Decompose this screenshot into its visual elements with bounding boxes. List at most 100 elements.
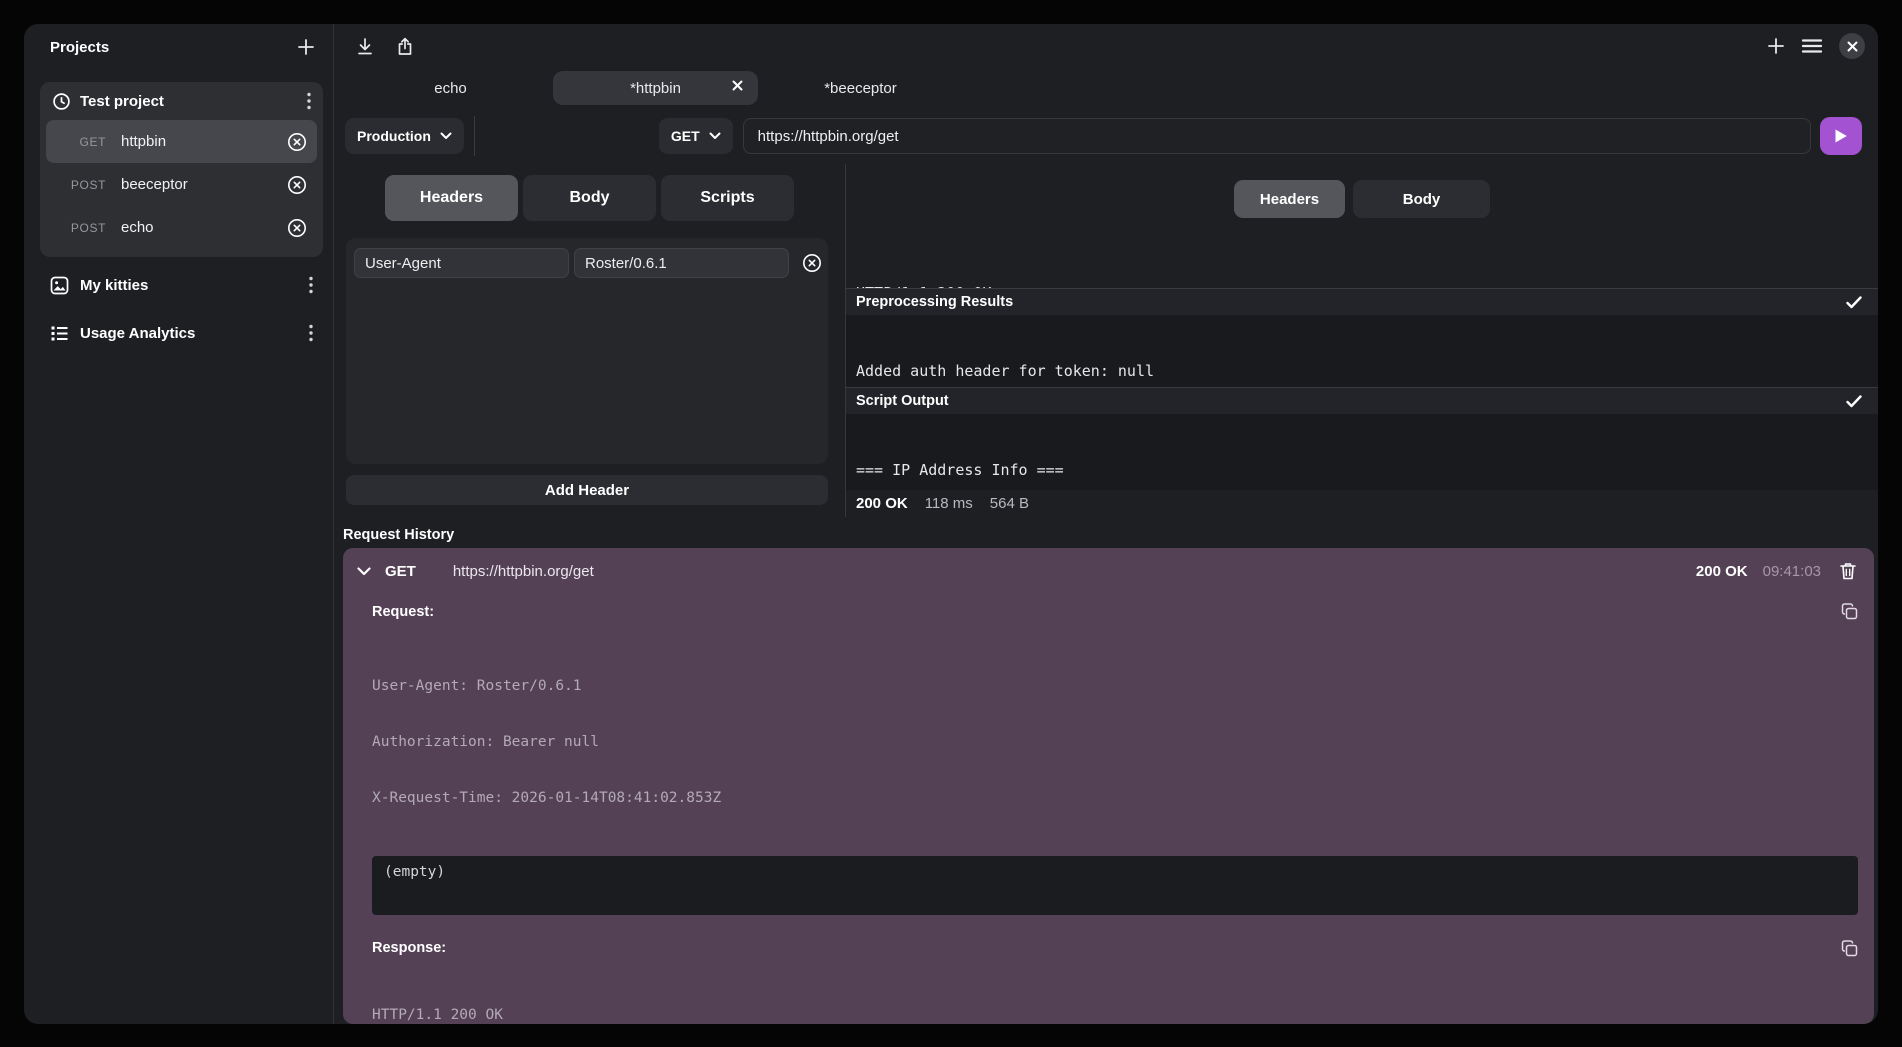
collection-menu-button[interactable] [307, 274, 315, 296]
request-bar: Production GET [334, 108, 1878, 164]
circle-x-icon [287, 218, 307, 238]
history-response-headers: HTTP/1.1 200 OK Date: Wed, 14 Jan 2026 0… [372, 969, 1858, 1024]
sidebar-item-beeceptor[interactable]: POST beeceptor [46, 163, 317, 206]
collection-name: My kitties [80, 277, 148, 294]
request-history-section: Request History GET https://httpbin.org/… [334, 517, 1878, 1024]
share-icon [396, 37, 414, 56]
section-title: Script Output [856, 393, 949, 409]
copy-response-button[interactable] [1841, 940, 1858, 957]
request-method-tag: GET [46, 135, 106, 149]
header-value-input[interactable] [574, 248, 789, 278]
request-label: Request: [372, 604, 434, 620]
request-method-tag: POST [46, 178, 106, 192]
sidebar: Projects Test project GET httpbin [24, 24, 334, 1024]
history-entry: GET https://httpbin.org/get 200 OK 09:41… [343, 548, 1874, 1024]
window-close-button[interactable] [1839, 33, 1865, 59]
remove-request-button[interactable] [287, 175, 307, 195]
tab-response-headers[interactable]: Headers [1234, 180, 1345, 218]
menu-button[interactable] [1802, 38, 1822, 54]
project-menu-button[interactable] [305, 90, 313, 112]
sidebar-item-usage-analytics[interactable]: Usage Analytics [24, 313, 333, 353]
new-tab-button[interactable] [1767, 37, 1785, 55]
header-line: HTTP/1.1 200 OK [372, 1006, 1858, 1024]
download-icon [356, 37, 374, 56]
app-window: Projects Test project GET httpbin [24, 24, 1878, 1024]
headers-editor [346, 238, 828, 464]
tab-echo[interactable]: echo [348, 71, 553, 105]
copy-request-button[interactable] [1841, 603, 1858, 620]
copy-icon [1841, 940, 1858, 957]
url-input[interactable] [743, 118, 1811, 154]
kebab-icon [307, 92, 311, 110]
tab-request-body[interactable]: Body [523, 175, 656, 221]
remove-request-button[interactable] [287, 132, 307, 152]
circle-x-icon [287, 132, 307, 152]
import-button[interactable] [356, 37, 374, 56]
sidebar-title: Projects [50, 39, 109, 56]
chevron-down-icon[interactable] [357, 567, 371, 576]
check-icon [1846, 395, 1862, 408]
sidebar-item-echo[interactable]: POST echo [46, 206, 317, 249]
list-icon [50, 324, 69, 343]
chevron-down-icon [709, 132, 721, 140]
response-status-bar: 200 OK 118 ms 564 B [846, 490, 1878, 517]
script-output-section-header: Script Output [846, 387, 1878, 414]
add-project-button[interactable] [297, 38, 315, 56]
header-key-input[interactable] [354, 248, 569, 278]
close-icon [732, 80, 743, 91]
environment-label: Production [357, 128, 431, 144]
project-name: Test project [80, 93, 164, 110]
delete-history-button[interactable] [1840, 562, 1856, 580]
status-time: 118 ms [925, 495, 973, 512]
response-raw-headers: HTTP/1.1 200 OK Date: Wed, 14 Jan 2026 0… [846, 240, 1878, 288]
history-entry-header[interactable]: GET https://httpbin.org/get 200 OK 09:41… [343, 548, 1874, 594]
history-title: Request History [343, 527, 1874, 544]
request-name: echo [121, 219, 154, 236]
kebab-icon [309, 276, 313, 294]
image-icon [50, 276, 69, 295]
section-title: Preprocessing Results [856, 294, 1013, 310]
remove-request-button[interactable] [287, 218, 307, 238]
history-method: GET [385, 563, 416, 580]
tab-beeceptor[interactable]: *beeceptor [758, 71, 963, 105]
kebab-icon [309, 324, 313, 342]
export-button[interactable] [396, 37, 414, 56]
collection-menu-button[interactable] [307, 322, 315, 344]
tab-close-button[interactable] [732, 80, 743, 91]
history-time: 09:41:03 [1763, 563, 1821, 580]
request-editor-panel: Headers Body Scripts Add Header [334, 164, 846, 517]
request-method-tag: POST [46, 221, 106, 235]
tab-strip: echo *httpbin *beeceptor [334, 68, 1878, 108]
send-request-button[interactable] [1820, 117, 1862, 155]
environment-dropdown[interactable]: Production [345, 118, 464, 154]
tab-label: *httpbin [630, 80, 681, 97]
tab-request-scripts[interactable]: Scripts [661, 175, 794, 221]
main-area: echo *httpbin *beeceptor Production GET [334, 24, 1878, 1024]
tab-request-headers[interactable]: Headers [385, 175, 518, 221]
header-line: User-Agent: Roster/0.6.1 [372, 677, 1858, 696]
response-label: Response: [372, 940, 446, 956]
request-name: beeceptor [121, 176, 188, 193]
project-group: Test project GET httpbin POST beeceptor [40, 82, 323, 257]
history-request-body: (empty) [372, 856, 1858, 915]
method-label: GET [671, 128, 700, 144]
output-line: === IP Address Info === [856, 461, 1868, 480]
status-size: 564 B [990, 495, 1029, 512]
topbar [334, 24, 1878, 68]
sidebar-item-httpbin[interactable]: GET httpbin [46, 120, 317, 163]
trash-icon [1840, 562, 1856, 580]
circle-x-icon [802, 253, 822, 273]
tab-label: *beeceptor [824, 80, 897, 97]
tab-label: echo [434, 80, 467, 97]
project-group-header[interactable]: Test project [40, 82, 323, 120]
header-line: X-Request-Time: 2026-01-14T08:41:02.853Z [372, 789, 1858, 808]
method-dropdown[interactable]: GET [659, 118, 733, 154]
add-header-button[interactable]: Add Header [346, 475, 828, 505]
history-entry-body: Request: User-Agent: Roster/0.6.1 Author… [343, 594, 1874, 1024]
sidebar-item-my-kitties[interactable]: My kitties [24, 265, 333, 305]
tab-response-body[interactable]: Body [1353, 180, 1490, 218]
tab-httpbin[interactable]: *httpbin [553, 71, 758, 105]
remove-header-button[interactable] [802, 253, 822, 273]
plus-icon [1767, 37, 1785, 55]
hamburger-icon [1802, 38, 1822, 54]
